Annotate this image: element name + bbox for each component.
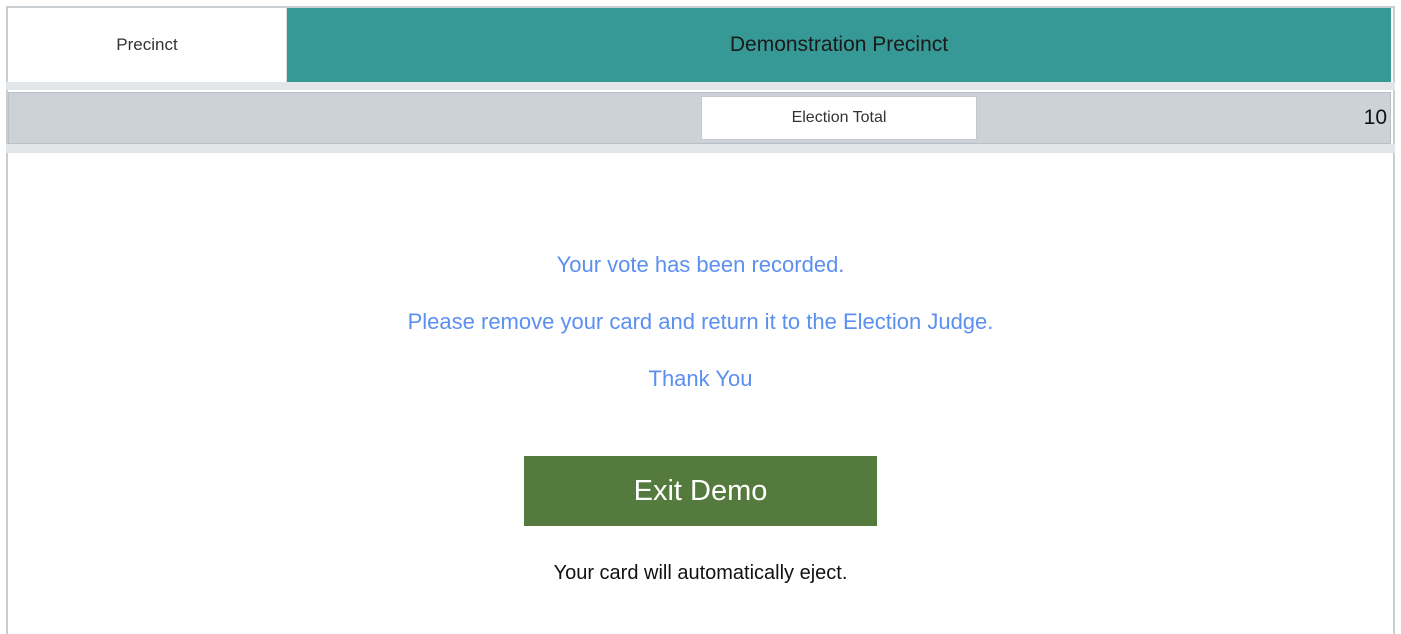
remove-card-message: Please remove your card and return it to…	[407, 309, 994, 334]
precinct-label: Precinct	[8, 8, 287, 82]
precinct-header: Precinct Demonstration Precinct	[8, 8, 1391, 82]
precinct-name: Demonstration Precinct	[287, 8, 1391, 82]
exit-demo-button[interactable]: Exit Demo	[524, 456, 877, 526]
header-divider	[6, 82, 1395, 90]
election-totals-bar: Election Total 10	[8, 92, 1391, 144]
vote-recorded-message: Your vote has been recorded.	[556, 252, 845, 277]
thank-you-message: Thank You	[648, 366, 753, 391]
election-total-label: Election Total	[701, 96, 977, 140]
totals-divider	[6, 144, 1395, 153]
card-eject-note: Your card will automatically eject.	[553, 562, 848, 584]
election-total-value: 10	[979, 96, 1389, 140]
